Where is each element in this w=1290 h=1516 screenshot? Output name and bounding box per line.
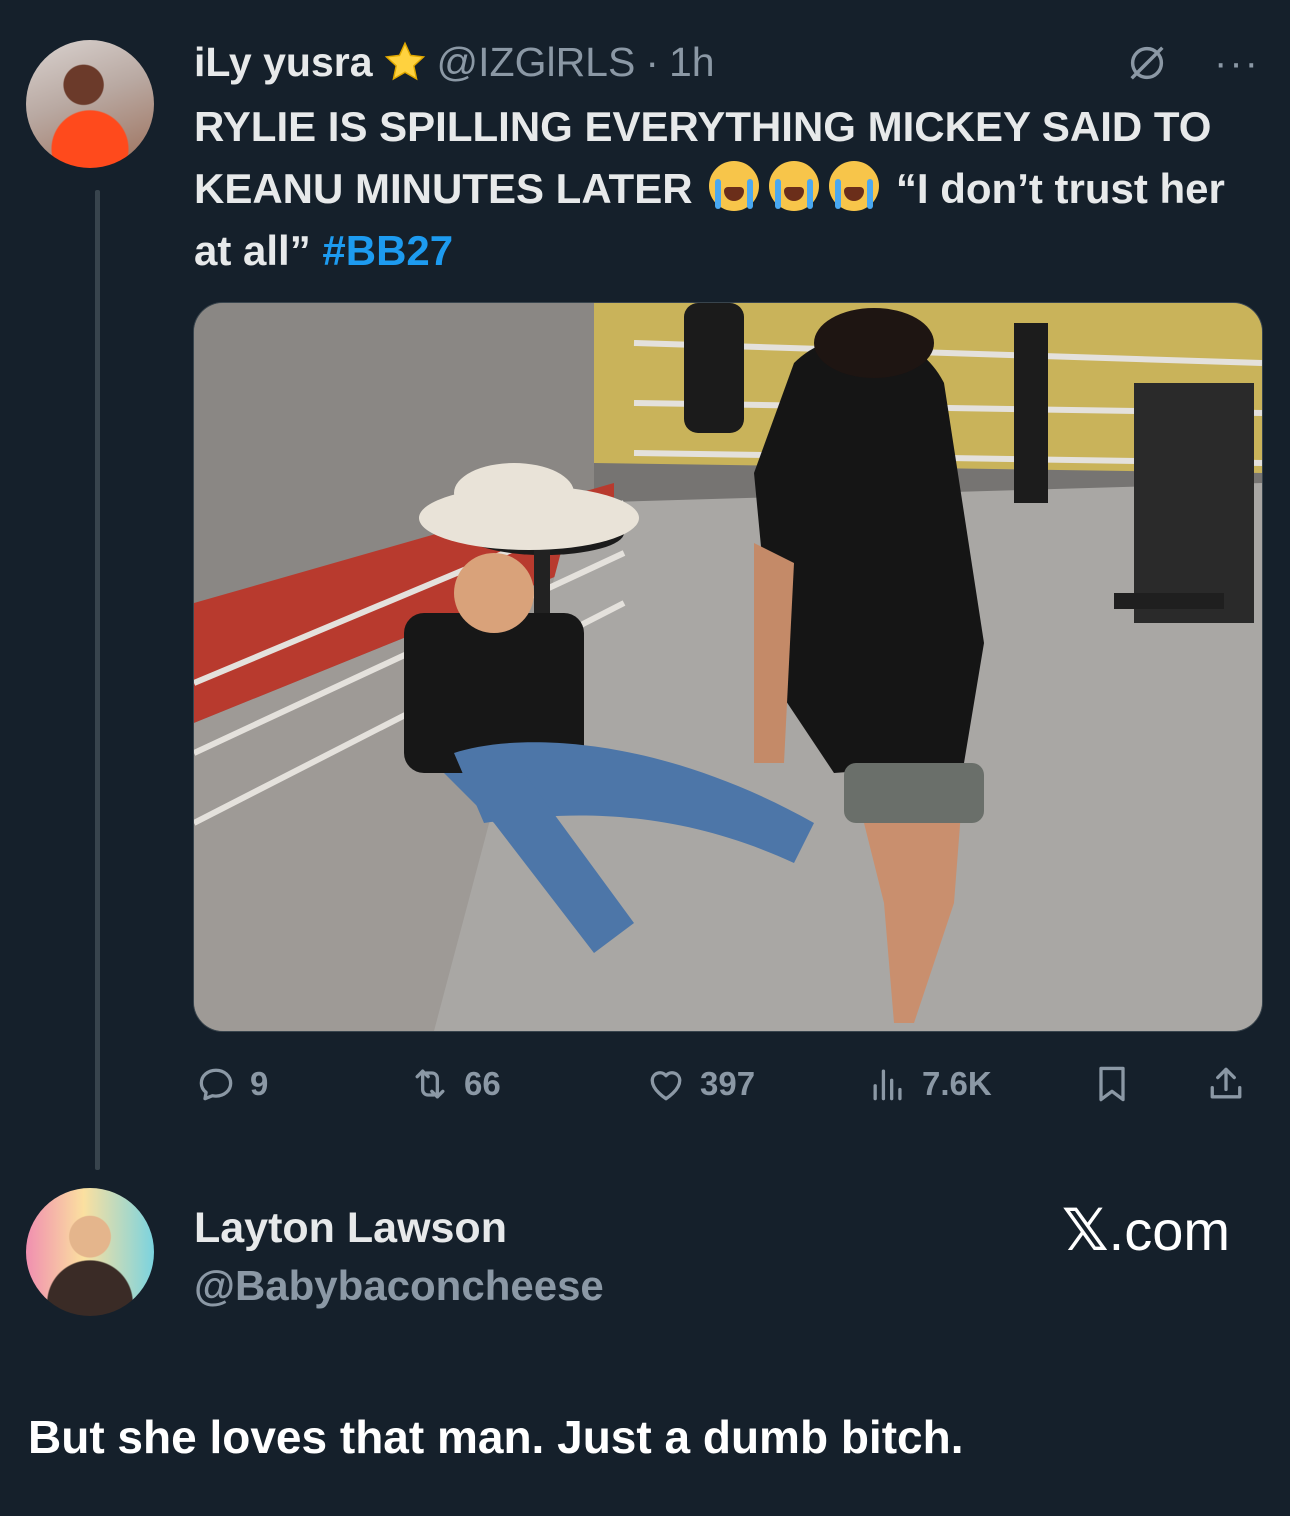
repost-icon: [415, 1069, 445, 1099]
tweet-header: iLy yusra @IZGlRLS · 1h: [194, 36, 715, 88]
repost-button[interactable]: 66: [408, 1062, 501, 1106]
reply-author-name[interactable]: Layton Lawson: [194, 1204, 507, 1253]
heart-icon: [650, 1071, 682, 1101]
tweet-time[interactable]: 1h: [669, 39, 715, 86]
tweet[interactable]: iLy yusra @IZGlRLS · 1h ··· RYLIE IS SPI…: [0, 0, 1290, 1170]
views-button[interactable]: 7.6K: [866, 1062, 992, 1106]
tweet-media-photo[interactable]: [193, 302, 1263, 1032]
more-options-button[interactable]: ···: [1214, 43, 1260, 83]
analytics-icon: [873, 1069, 902, 1101]
share-icon: [1210, 1067, 1242, 1099]
reply-card[interactable]: Layton Lawson @Babybaconcheese 𝕏 .com But…: [0, 1170, 1290, 1516]
photo-gym-scene: [194, 303, 1262, 1031]
x-watermark: 𝕏 .com: [1062, 1196, 1230, 1264]
thread-line: [95, 190, 100, 1170]
tweet-actions: 9 66 397 7.6K: [194, 1060, 1260, 1110]
star-icon: [384, 41, 425, 81]
repost-count: 66: [464, 1065, 501, 1102]
hashtag-link[interactable]: #BB27: [322, 227, 453, 274]
x-logo-icon: 𝕏: [1061, 1196, 1109, 1264]
like-count: 397: [700, 1065, 756, 1102]
bookmark-icon: [1099, 1066, 1125, 1102]
like-button[interactable]: 397: [644, 1062, 755, 1106]
author-handle[interactable]: @IZGlRLS: [437, 39, 636, 86]
bookmark-button[interactable]: [1090, 1062, 1134, 1106]
loudly-crying-face-icon: [829, 161, 880, 211]
author-avatar[interactable]: [26, 40, 154, 168]
share-button[interactable]: [1204, 1062, 1248, 1106]
reply-button[interactable]: 9: [194, 1062, 268, 1106]
views-count: 7.6K: [922, 1065, 992, 1102]
reply-icon: [199, 1068, 233, 1101]
reply-author-avatar[interactable]: [26, 1188, 154, 1316]
reply-text: But she loves that man. Just a dumb bitc…: [28, 1411, 964, 1463]
reply-author-handle[interactable]: @Babybaconcheese: [194, 1262, 604, 1310]
author-name[interactable]: iLy yusra: [194, 39, 373, 86]
tweet-text: RYLIE IS SPILLING EVERYTHING MICKEY SAID…: [194, 96, 1264, 282]
top-icons: ···: [1124, 40, 1260, 86]
loudly-crying-face-icon: [769, 161, 820, 211]
reply-count: 9: [250, 1065, 269, 1102]
loudly-crying-face-icon: [709, 161, 760, 211]
watermark-suffix: .com: [1108, 1198, 1230, 1262]
separator-dot: ·: [645, 38, 659, 85]
slash-circle-icon[interactable]: [1124, 40, 1170, 86]
